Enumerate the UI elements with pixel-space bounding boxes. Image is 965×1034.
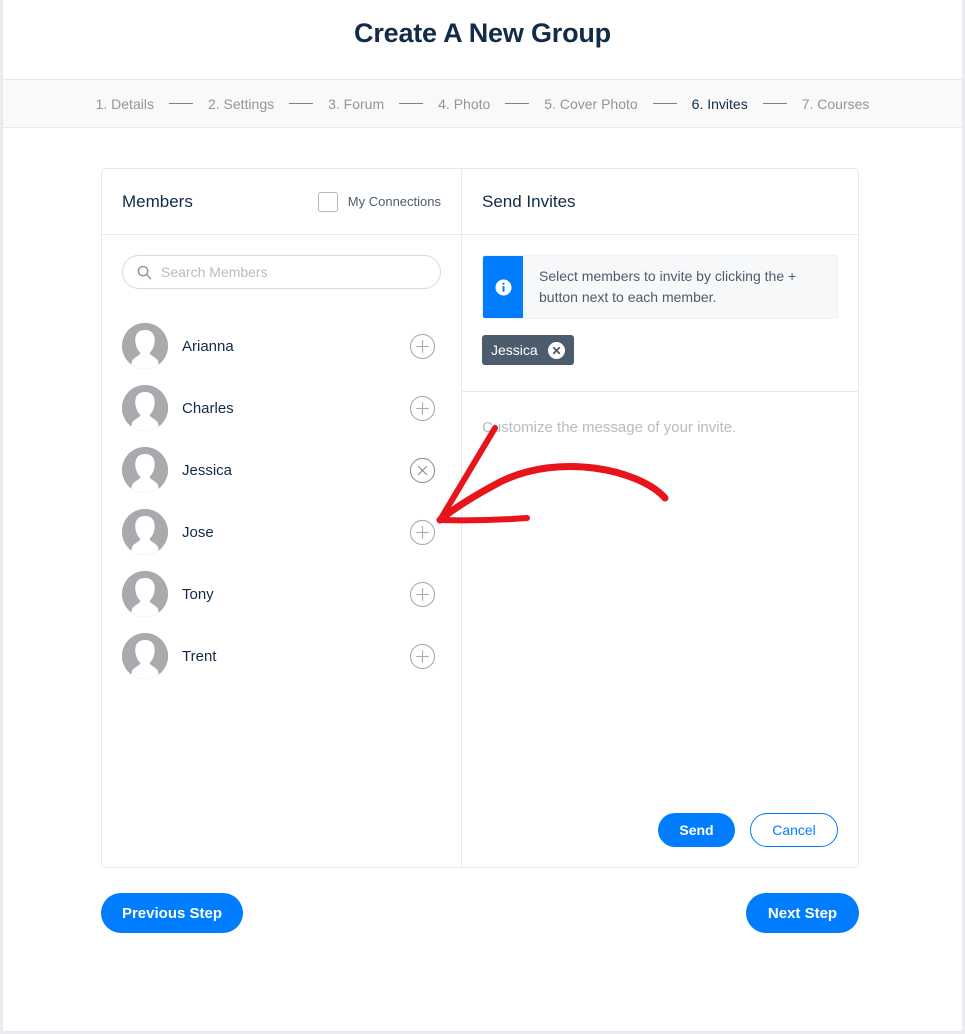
- avatar[interactable]: [122, 447, 168, 493]
- plus-circle-icon: [409, 395, 436, 421]
- steps-nav: 1. Details 2. Settings 3. Forum 4. Photo 5. …: [3, 79, 962, 128]
- step-1[interactable]: 1. Details: [96, 96, 154, 112]
- add-member-button[interactable]: [409, 581, 436, 608]
- member-name[interactable]: Trent: [182, 648, 216, 665]
- avatar[interactable]: [122, 571, 168, 617]
- my-connections-label: My Connections: [347, 194, 441, 209]
- search-members-field[interactable]: [122, 255, 441, 289]
- my-connections-checkbox[interactable]: [317, 191, 338, 212]
- member-row: Tony: [122, 563, 442, 625]
- info-text: Select members to invite by clicking the…: [539, 268, 797, 305]
- invites-column: Send Invites Select members to invite by…: [462, 169, 858, 867]
- member-row: Trent: [122, 625, 442, 687]
- next-step-button[interactable]: Next Step: [746, 893, 859, 933]
- send-invites-title: Send Invites: [482, 191, 576, 211]
- members-header: Members My Connections: [102, 169, 461, 235]
- step-separator: [399, 103, 424, 104]
- plus-circle-icon: [409, 643, 436, 669]
- plus-circle-icon: [409, 333, 436, 359]
- invites-header: Send Invites: [462, 169, 858, 235]
- step-3[interactable]: 3. Forum: [328, 96, 384, 112]
- selected-member-name: Jessica: [491, 342, 538, 358]
- selected-member-tag: Jessica: [482, 335, 574, 365]
- step-separator: [168, 103, 193, 104]
- page-title: Create A New Group: [354, 18, 611, 48]
- member-name[interactable]: Arianna: [182, 338, 234, 355]
- info-strip: [483, 256, 523, 318]
- my-connections-toggle[interactable]: My Connections: [317, 191, 441, 212]
- search-members-input[interactable]: [161, 264, 421, 280]
- step-separator: [762, 103, 787, 104]
- previous-step-button[interactable]: Previous Step: [101, 893, 243, 933]
- add-member-button[interactable]: [409, 519, 436, 546]
- member-name[interactable]: Charles: [182, 400, 234, 417]
- add-member-button[interactable]: [409, 333, 436, 360]
- avatar[interactable]: [122, 323, 168, 369]
- send-button[interactable]: Send: [658, 813, 735, 847]
- members-title: Members: [122, 191, 193, 211]
- members-list: Arianna Charles Jessica Jose Tony Trent: [122, 315, 442, 687]
- member-name[interactable]: Jessica: [182, 462, 232, 479]
- add-member-button[interactable]: [409, 395, 436, 422]
- member-row: Jose: [122, 501, 442, 563]
- invite-message-field[interactable]: [482, 407, 838, 787]
- step-6[interactable]: 6. Invites: [692, 96, 748, 112]
- member-name[interactable]: Jose: [182, 524, 214, 541]
- avatar[interactable]: [122, 385, 168, 431]
- close-circle-icon: [409, 457, 436, 483]
- cancel-button[interactable]: Cancel: [750, 813, 838, 847]
- member-row: Jessica: [122, 439, 442, 501]
- info-notice: Select members to invite by clicking the…: [482, 255, 838, 319]
- members-column: Members My Connections Arianna Charles Jes…: [102, 169, 462, 867]
- invite-panel: Members My Connections Arianna Charles Jes…: [101, 168, 859, 868]
- remove-member-button[interactable]: [409, 457, 436, 484]
- remove-selected-button[interactable]: [547, 341, 565, 359]
- invites-divider: [462, 391, 858, 392]
- add-member-button[interactable]: [409, 643, 436, 670]
- member-name[interactable]: Tony: [182, 586, 214, 603]
- step-2[interactable]: 2. Settings: [208, 96, 274, 112]
- plus-circle-icon: [409, 581, 436, 607]
- info-icon: [494, 278, 512, 296]
- step-separator: [652, 103, 677, 104]
- member-row: Arianna: [122, 315, 442, 377]
- search-icon: [137, 265, 152, 279]
- step-5[interactable]: 5. Cover Photo: [544, 96, 637, 112]
- close-icon: [552, 346, 560, 354]
- avatar[interactable]: [122, 509, 168, 555]
- avatar[interactable]: [122, 633, 168, 679]
- step-separator: [289, 103, 314, 104]
- plus-circle-icon: [409, 519, 436, 545]
- step-separator: [505, 103, 530, 104]
- step-7[interactable]: 7. Courses: [802, 96, 870, 112]
- member-row: Charles: [122, 377, 442, 439]
- step-4[interactable]: 4. Photo: [438, 96, 490, 112]
